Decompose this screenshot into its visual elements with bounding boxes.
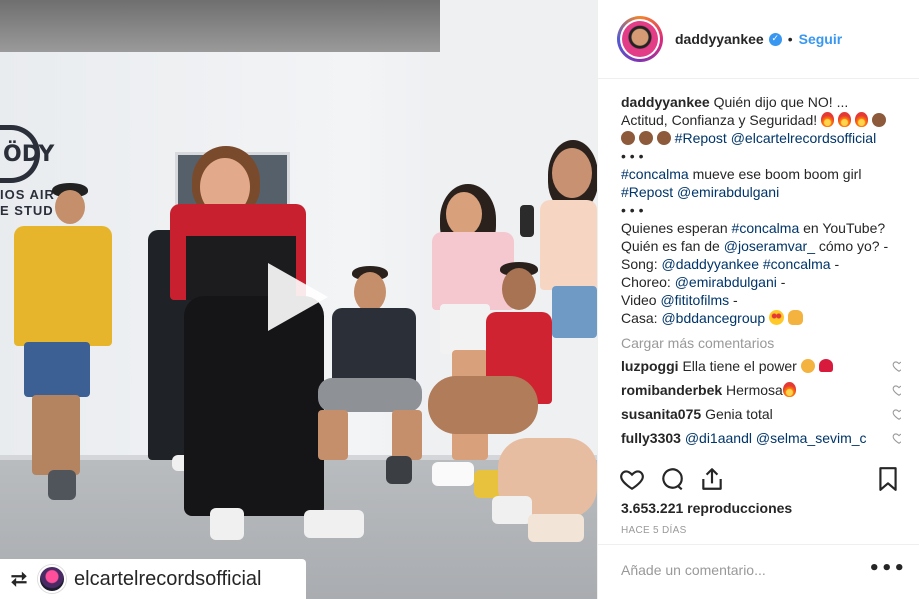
comment-row: luzpoggi Ella tiene el power — [621, 357, 901, 375]
clap-emoji-icon — [638, 131, 653, 145]
post-date[interactable]: HACE 5 DÍAS — [621, 525, 687, 536]
clap-emoji-icon — [656, 131, 671, 145]
author-avatar[interactable] — [617, 16, 663, 62]
comment-row: romibanderbek Hermosa — [621, 381, 901, 399]
repost-avatar — [38, 565, 66, 593]
post-side-panel: daddyyankee ✓ • Seguir daddyyankee Quién… — [597, 0, 919, 599]
comment-like-heart-icon[interactable] — [892, 383, 901, 397]
studio-sign: IOS AIR E STUD — [0, 187, 55, 218]
repost-watermark: ⮂ elcartelrecordsofficial — [0, 559, 306, 599]
play-icon[interactable] — [268, 263, 328, 331]
follow-button[interactable]: Seguir — [799, 31, 843, 47]
mention-link[interactable]: @elcartelrecordsofficial — [731, 130, 876, 146]
repost-icon: ⮂ — [11, 567, 27, 591]
hashtag-link[interactable]: #concalma — [763, 256, 831, 272]
mention-link[interactable]: @emirabdulgani — [677, 184, 779, 200]
fire-emoji-icon — [854, 112, 868, 127]
separator-dot: • — [787, 31, 793, 47]
mention-link[interactable]: @bddancegroup — [661, 310, 765, 326]
dots-divider: • • • — [621, 202, 644, 218]
comment-username[interactable]: susanita075 — [621, 406, 701, 422]
mention-link[interactable]: @fititofilms — [660, 292, 729, 308]
add-comment-section: ••• — [598, 544, 919, 599]
view-count[interactable]: 3.653.221 reproducciones — [621, 500, 792, 516]
post-header: daddyyankee ✓ • Seguir — [598, 0, 919, 79]
repost-username: elcartelrecordsofficial — [74, 567, 262, 590]
clap-emoji-icon — [621, 131, 635, 145]
hashtag-link[interactable]: #Repost — [675, 130, 727, 146]
broken-heart-emoji-icon — [818, 359, 833, 372]
comment-icon[interactable] — [659, 466, 685, 492]
mention-link[interactable]: @joseramvar_ — [724, 238, 815, 254]
share-icon[interactable] — [699, 466, 725, 492]
comment-username[interactable]: fully3303 — [621, 430, 681, 446]
load-more-comments-button[interactable]: Cargar más comentarios — [621, 335, 901, 351]
comments-scroll-area[interactable]: daddyyankee Quién dijo que NO! ... Actit… — [621, 93, 901, 455]
fire-emoji-icon — [782, 382, 796, 397]
clap-emoji-icon — [800, 359, 815, 373]
more-options-icon[interactable]: ••• — [868, 558, 906, 579]
hashtag-link[interactable]: #concalma — [732, 220, 800, 236]
comment-like-heart-icon[interactable] — [892, 431, 901, 445]
comment-row: susanita075 Genia total — [621, 405, 901, 423]
comment-like-heart-icon[interactable] — [892, 407, 901, 421]
raised-hands-emoji-icon — [788, 310, 803, 325]
fire-emoji-icon — [821, 112, 835, 127]
comment-input[interactable] — [621, 562, 861, 578]
post-actions-bar — [619, 466, 901, 492]
verified-badge-icon: ✓ — [768, 32, 782, 46]
dots-divider: • • • — [621, 148, 644, 164]
comment-like-heart-icon[interactable] — [892, 359, 901, 373]
heart-eyes-emoji-icon — [769, 310, 785, 325]
comment-username[interactable]: romibanderbek — [621, 382, 722, 398]
caption-username[interactable]: daddyyankee — [621, 94, 710, 110]
post-caption: daddyyankee Quién dijo que NO! ... Actit… — [621, 94, 889, 326]
mention-link[interactable]: @emirabdulgani — [675, 274, 777, 290]
video-player[interactable]: ÖDY IOS AIR E STUD ⮂ elcartelrecordsoffi… — [0, 0, 597, 599]
comment-row: fully3303 @di1aandl @selma_sevim_c — [621, 429, 901, 447]
hashtag-link[interactable]: #Repost — [621, 184, 673, 200]
hashtag-link[interactable]: #concalma — [621, 166, 689, 182]
fire-emoji-icon — [837, 112, 851, 127]
bookmark-icon[interactable] — [875, 466, 901, 492]
comment-username[interactable]: luzpoggi — [621, 358, 679, 374]
clap-emoji-icon — [871, 113, 886, 127]
author-username[interactable]: daddyyankee — [675, 31, 764, 47]
mention-link[interactable]: @daddyyankee — [661, 256, 759, 272]
heart-icon[interactable] — [619, 466, 645, 492]
